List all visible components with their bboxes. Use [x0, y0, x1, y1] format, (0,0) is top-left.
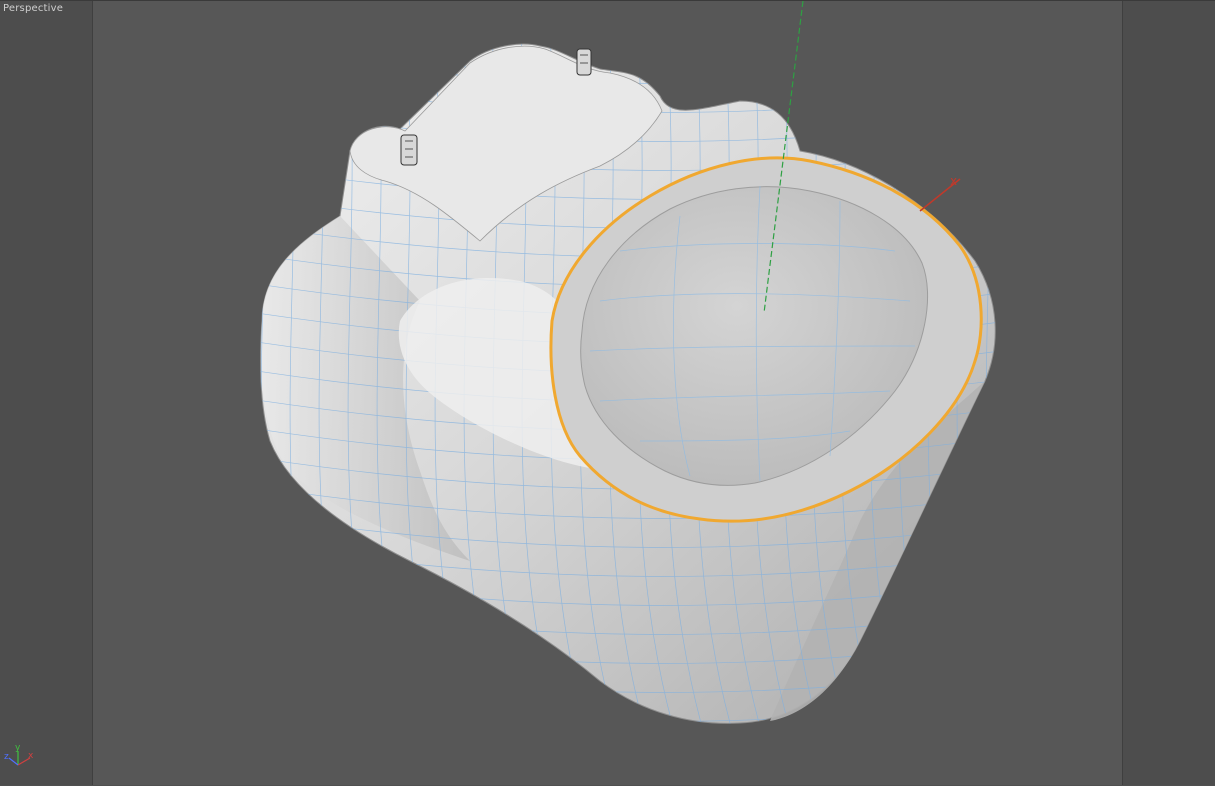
axis-tripod: z y x	[4, 743, 34, 766]
tripod-z-label: z	[4, 752, 9, 762]
pin-right[interactable]	[576, 48, 592, 76]
3d-viewport[interactable]: x z y x Perspective	[0, 0, 1215, 785]
tripod-x-label: x	[28, 751, 34, 761]
pin-left[interactable]	[400, 134, 418, 166]
scene-canvas[interactable]: x z y x	[0, 1, 1215, 786]
gizmo-x-label: x	[950, 174, 957, 188]
tripod-y-label: y	[15, 743, 21, 753]
viewport-label[interactable]: Perspective	[3, 3, 63, 15]
